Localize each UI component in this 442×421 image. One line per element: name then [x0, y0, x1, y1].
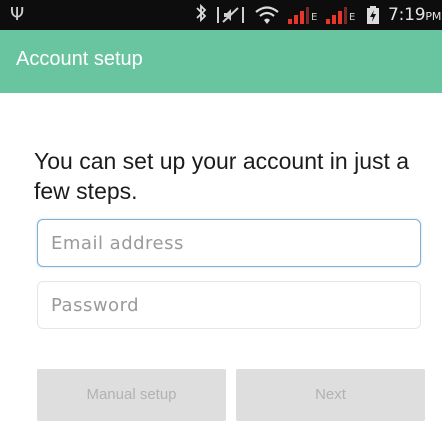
network-type-label: E: [349, 12, 356, 23]
page-title: Account setup: [16, 48, 143, 70]
signal-icon: [324, 6, 348, 30]
bluetooth-icon: [194, 3, 208, 28]
signal-icon: [286, 6, 310, 30]
setup-headline: You can set up your account in just a fe…: [34, 148, 410, 204]
password-input[interactable]: [38, 282, 420, 328]
battery-icon: [366, 5, 380, 29]
next-button[interactable]: Next: [236, 369, 425, 421]
status-clock: 7:19PM: [388, 5, 441, 25]
usb-icon: Ψ: [10, 4, 25, 25]
email-input[interactable]: [38, 220, 420, 266]
network-type-label: E: [311, 12, 318, 23]
action-bar: Account setup: [0, 30, 442, 93]
manual-setup-button[interactable]: Manual setup: [37, 369, 226, 421]
status-icons: E E 7:19PM: [194, 0, 442, 30]
mute-icon: [216, 5, 246, 29]
password-field[interactable]: [37, 281, 421, 329]
status-bar: Ψ E E 7:19PM: [0, 0, 442, 30]
email-field[interactable]: [37, 219, 421, 267]
clock-time: 7:19: [388, 5, 426, 25]
clock-am-pm: PM: [425, 10, 442, 23]
wifi-icon: [254, 5, 280, 29]
